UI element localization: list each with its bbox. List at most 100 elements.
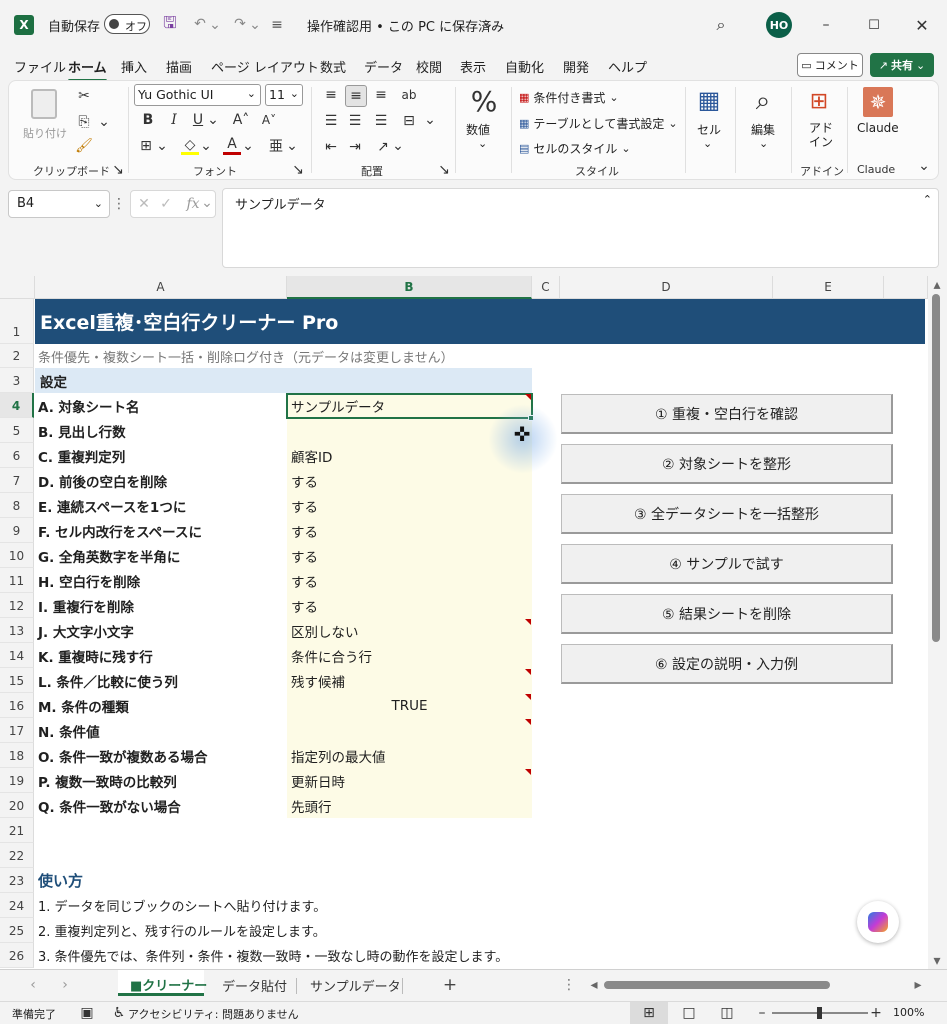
setting-label[interactable]: I. 重複行を削除 xyxy=(38,593,134,618)
tab-insert[interactable]: 挿入 xyxy=(121,57,147,76)
column-header-e[interactable]: E xyxy=(773,276,884,299)
collapse-formula-bar-icon[interactable]: ⌃ xyxy=(923,193,932,206)
align-middle-icon[interactable]: ≡ xyxy=(345,85,367,107)
macro-record-icon[interactable]: ▣ xyxy=(80,1005,94,1021)
tab-page-layout[interactable]: ページ レイアウト xyxy=(211,57,319,76)
row-header-26[interactable]: 26 xyxy=(0,943,34,968)
formula-input[interactable]: サンプルデータ ⌃ xyxy=(222,188,939,268)
setting-label[interactable]: A. 対象シート名 xyxy=(38,393,140,418)
wrap-merge-icon[interactable]: ⊟ xyxy=(399,111,419,131)
column-header-b[interactable]: B xyxy=(287,276,532,299)
setting-label[interactable]: K. 重複時に残す行 xyxy=(38,643,153,668)
row-header-21[interactable]: 21 xyxy=(0,818,34,843)
comment-marker[interactable] xyxy=(525,769,531,775)
row-header-14[interactable]: 14 xyxy=(0,643,34,668)
redo-dropdown-icon[interactable]: ⌄ xyxy=(249,15,261,35)
copy-dropdown-icon[interactable]: ⌄ xyxy=(98,114,110,130)
align-bottom-icon[interactable]: ≡ xyxy=(371,85,391,105)
phonetic-dropdown-icon[interactable]: ⌄ xyxy=(286,138,298,154)
sheet-tab-sample-data[interactable]: サンプルデータ xyxy=(310,976,401,995)
howto-step-1[interactable]: 1. データを同じブックのシートへ貼り付けます。 xyxy=(38,893,326,918)
close-icon[interactable]: ✕ xyxy=(911,14,933,36)
font-launcher-icon[interactable]: ↘ xyxy=(292,162,304,178)
redo-icon[interactable]: ↷ xyxy=(230,14,250,34)
setting-value[interactable]: する xyxy=(291,468,318,493)
scroll-up-icon[interactable]: ▴ xyxy=(931,277,943,293)
sheet-tab-data-paste[interactable]: データ貼付 xyxy=(222,976,287,995)
vertical-scrollbar[interactable]: ▴ ▾ xyxy=(928,276,947,969)
delete-result-sheets-button[interactable]: ⑤ 結果シートを削除 xyxy=(561,594,893,634)
comment-marker[interactable] xyxy=(525,719,531,725)
row-header-20[interactable]: 20 xyxy=(0,793,34,818)
try-sample-button[interactable]: ④ サンプルで試す xyxy=(561,544,893,584)
setting-value[interactable]: 先頭行 xyxy=(291,793,332,818)
clean-all-sheets-button[interactable]: ③ 全データシートを一括整形 xyxy=(561,494,893,534)
name-box[interactable]: B4 ⌄ xyxy=(8,190,110,218)
borders-dropdown-icon[interactable]: ⌄ xyxy=(156,138,168,154)
row-header-24[interactable]: 24 xyxy=(0,893,34,918)
row-header-12[interactable]: 12 xyxy=(0,593,34,618)
align-left-icon[interactable]: ☰ xyxy=(321,111,341,131)
tab-view[interactable]: 表示 xyxy=(460,57,486,76)
row-header-19[interactable]: 19 xyxy=(0,768,34,793)
clean-target-sheet-button[interactable]: ② 対象シートを整形 xyxy=(561,444,893,484)
setting-label[interactable]: M. 条件の種類 xyxy=(38,693,129,718)
row-header-6[interactable]: 6 xyxy=(0,443,34,468)
setting-label[interactable]: N. 条件値 xyxy=(38,718,100,743)
minimize-icon[interactable]: – xyxy=(815,14,837,36)
sheet-subtitle[interactable]: 条件優先・複数シート一括・削除ログ付き（元データは変更しません） xyxy=(38,344,454,368)
cell-styles-button[interactable]: ▤ セルのスタイル ⌄ xyxy=(519,138,631,158)
comment-button[interactable]: ▭ コメント xyxy=(797,53,863,77)
row-header-15[interactable]: 15 xyxy=(0,668,34,693)
vertical-scroll-thumb[interactable] xyxy=(932,294,940,642)
grow-font-icon[interactable]: A˄ xyxy=(231,111,251,129)
maximize-icon[interactable]: ☐ xyxy=(863,14,885,36)
font-color-icon[interactable]: A xyxy=(223,136,241,155)
scroll-right-icon[interactable]: ▸ xyxy=(912,977,924,993)
autosave-toggle[interactable]: オフ xyxy=(104,14,150,34)
tab-review[interactable]: 校閲 xyxy=(416,57,442,76)
format-painter-icon[interactable]: 🖌 xyxy=(75,137,93,155)
settings-help-button[interactable]: ⑥ 設定の説明・入力例 xyxy=(561,644,893,684)
title-dropdown-icon[interactable]: ⌄ xyxy=(482,16,494,32)
setting-label[interactable]: H. 空白行を削除 xyxy=(38,568,140,593)
comment-marker[interactable] xyxy=(525,619,531,625)
howto-step-3[interactable]: 3. 条件優先では、条件列・条件・複数一致時・一致なし時の動作を設定します。 xyxy=(38,943,508,968)
tab-home[interactable]: ホーム xyxy=(68,57,107,82)
setting-label[interactable]: P. 複数一致時の比較列 xyxy=(38,768,177,793)
zoom-out-icon[interactable]: – xyxy=(756,1005,768,1021)
accessibility-status[interactable]: アクセシビリティ: 問題ありません xyxy=(128,1006,299,1022)
page-break-view-icon[interactable]: ◫ xyxy=(720,1005,734,1021)
setting-label[interactable]: O. 条件一致が複数ある場合 xyxy=(38,743,208,768)
number-format-button[interactable]: % 数値 ⌄ xyxy=(464,85,504,157)
row-header-4[interactable]: 4 xyxy=(0,393,34,418)
conditional-format-button[interactable]: ▦ 条件付き書式 ⌄ xyxy=(519,87,619,107)
setting-label[interactable]: Q. 条件一致がない場合 xyxy=(38,793,181,818)
zoom-in-icon[interactable]: + xyxy=(870,1005,882,1021)
scroll-down-icon[interactable]: ▾ xyxy=(931,953,943,969)
howto-header[interactable]: 使い方 xyxy=(38,868,83,893)
setting-label[interactable]: J. 大文字小文字 xyxy=(38,618,134,643)
fill-color-dropdown-icon[interactable]: ⌄ xyxy=(200,138,212,154)
customize-toolbar-icon[interactable]: ≡ xyxy=(270,15,284,35)
copilot-button[interactable] xyxy=(857,901,899,943)
share-button[interactable]: ↗ 共有 ⌄ xyxy=(870,53,934,77)
setting-value[interactable]: 指定列の最大値 xyxy=(291,743,386,768)
column-header-a[interactable]: A xyxy=(35,276,287,299)
document-title[interactable]: 操作確認用 • この PC に保存済み xyxy=(307,16,504,35)
zoom-slider-thumb[interactable] xyxy=(817,1007,822,1019)
phonetic-icon[interactable]: 亜 xyxy=(267,137,285,155)
row-header-9[interactable]: 9 xyxy=(0,518,34,543)
align-center-icon[interactable]: ☰ xyxy=(345,111,365,131)
undo-icon[interactable]: ↶ xyxy=(190,14,210,34)
tab-file[interactable]: ファイル xyxy=(14,57,66,76)
italic-icon[interactable]: I xyxy=(165,111,183,129)
row-header-1[interactable]: 1 xyxy=(0,299,34,344)
column-header-d[interactable]: D xyxy=(560,276,773,299)
row-header-13[interactable]: 13 xyxy=(0,618,34,643)
tab-data[interactable]: データ xyxy=(364,57,403,76)
row-header-8[interactable]: 8 xyxy=(0,493,34,518)
tab-draw[interactable]: 描画 xyxy=(166,57,192,76)
paste-button[interactable]: 貼り付け xyxy=(23,87,67,149)
comment-marker[interactable] xyxy=(525,694,531,700)
